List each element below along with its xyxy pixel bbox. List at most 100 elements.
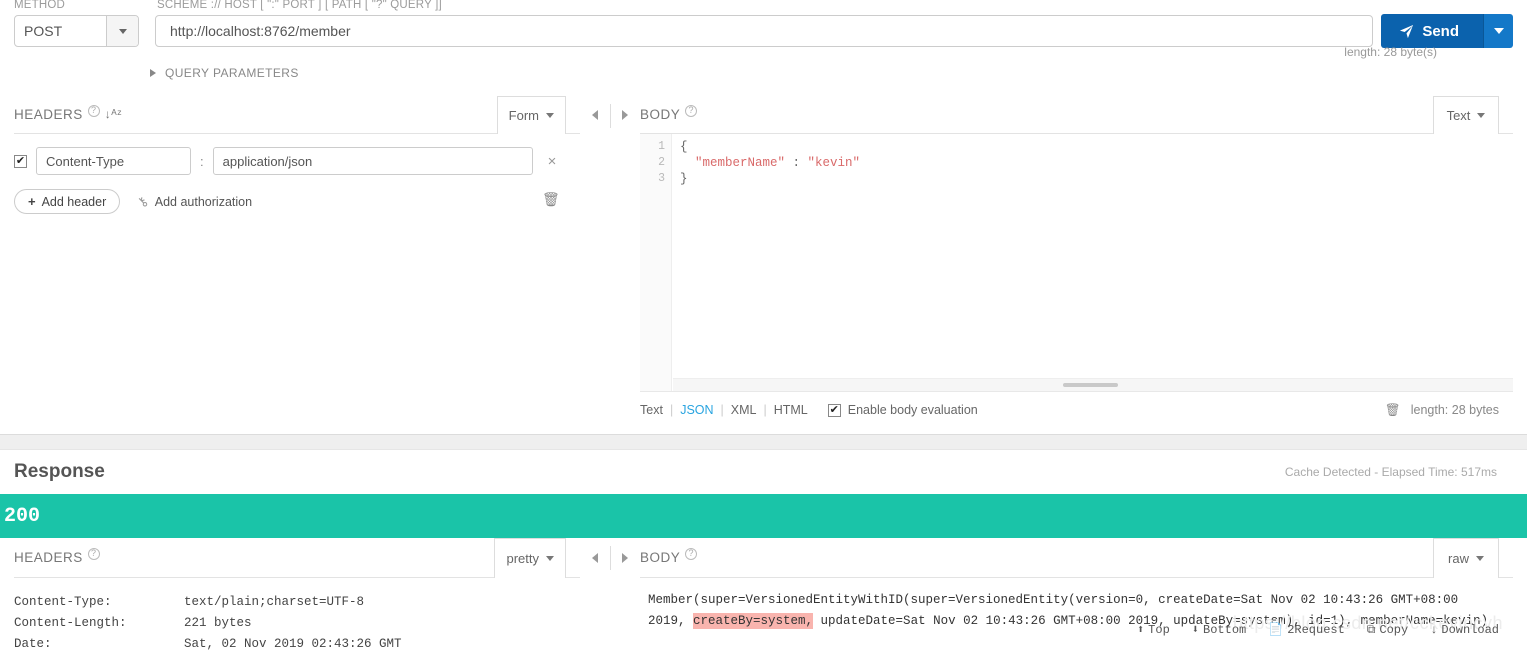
send-paper-plane-icon [1400, 24, 1414, 38]
method-value: POST [24, 23, 63, 39]
url-input[interactable]: http://localhost:8762/member [155, 15, 1374, 47]
request-body-format-dropdown[interactable]: Text [1433, 96, 1499, 134]
method-dropdown-toggle[interactable] [106, 16, 138, 46]
body-format-xml[interactable]: XML [731, 403, 757, 417]
response-title: Response [14, 461, 105, 482]
response-body-format-dropdown[interactable]: raw [1433, 538, 1499, 578]
pane-divider [610, 546, 611, 570]
url-caption: SCHEME :// HOST [ ":" PORT ] [ PATH [ "?… [157, 0, 442, 11]
scroll-to-bottom-button[interactable]: ⬇ Bottom [1192, 620, 1246, 641]
response-pane-collapse-gutter [580, 538, 640, 655]
send-button[interactable]: Send [1381, 14, 1483, 48]
request-controls: POST http://localhost:8762/member Send [14, 14, 1513, 48]
header-key-input[interactable]: Content-Type [36, 147, 191, 175]
add-authorization-button[interactable]: ⚷ Add authorization [134, 192, 253, 209]
method-select[interactable]: POST [14, 15, 139, 47]
body-format-json[interactable]: JSON [680, 403, 713, 417]
response-header: Response Cache Detected - Elapsed Time: … [0, 450, 1527, 494]
help-icon[interactable]: ? [685, 104, 698, 117]
chevron-down-icon [1475, 556, 1484, 561]
editor-code[interactable]: { "memberName" : "kevin"} [672, 134, 1513, 391]
api-client-window: METHOD SCHEME :// HOST [ ":" PORT ] [ PA… [0, 0, 1527, 670]
response-headers-format-value: pretty [506, 551, 539, 566]
header-value-input[interactable]: application/json [212, 147, 533, 175]
line-number: 1 [658, 140, 665, 153]
response-body-content[interactable]: Member(super=VersionedEntityWithID(super… [640, 578, 1513, 637]
response-headers-format-dropdown[interactable]: pretty [494, 538, 566, 578]
body-format-html[interactable]: HTML [774, 403, 808, 417]
code-line: "memberName" : "kevin" [680, 155, 1513, 171]
header-row: ✔ Content-Type : application/json × [14, 134, 580, 175]
format-separator: | [720, 403, 724, 417]
collapse-headers-pane-button[interactable] [580, 110, 610, 120]
plus-icon: + [28, 194, 36, 209]
response-body-toolbar: ⬆ Top ⬇ Bottom 📄 2Request ⧉ Copy ↓ Download [1137, 620, 1499, 641]
copy-icon: ⧉ [1366, 623, 1376, 637]
add-header-label: Add header [41, 194, 107, 209]
response-body-header: BODY ? raw [640, 538, 1513, 578]
collapse-body-pane-button[interactable] [610, 110, 640, 120]
query-parameters-toggle[interactable]: QUERY PARAMETERS [0, 62, 1527, 84]
response-body-format-value: raw [1448, 551, 1469, 566]
add-header-button[interactable]: + Add header [14, 189, 121, 214]
help-icon[interactable]: ? [87, 104, 100, 117]
response-header-row: Content-Length: 221 bytes [14, 613, 580, 634]
enable-body-evaluation-group[interactable]: ✔ Enable body evaluation [827, 403, 978, 417]
response-body-highlight: createBy=system, [693, 613, 814, 629]
remove-header-button[interactable]: × [542, 153, 563, 170]
body-length-label: length: 28 bytes [1410, 403, 1499, 417]
chevron-down-icon [546, 556, 554, 561]
scroll-to-top-button[interactable]: ⬆ Top [1137, 620, 1170, 641]
response-headers-title-group: HEADERS ? [14, 547, 100, 565]
response-headers-list: Content-Type: text/plain;charset=UTF-8 C… [14, 578, 580, 655]
request-headers-title-group: HEADERS ? ↓ᴬᶻ [14, 104, 122, 122]
send-options-toggle[interactable] [1483, 14, 1513, 48]
download-button[interactable]: ↓ Download [1430, 620, 1499, 641]
header-actions: + Add header ⚷ Add authorization 🗑 [14, 175, 580, 214]
help-icon[interactable]: ? [685, 547, 698, 560]
sort-az-icon[interactable]: ↓ᴬᶻ [105, 107, 122, 121]
response-header-value: 221 bytes [184, 616, 252, 630]
request-body-editor[interactable]: 1 2 3 { "memberName" : "kevin"} [640, 134, 1513, 392]
response-headers-header: HEADERS ? pretty [14, 538, 580, 578]
request-headers-format-value: Form [508, 108, 539, 123]
download-icon: ↓ [1430, 623, 1438, 637]
response-panes: HEADERS ? pretty Content-Type: text/plai… [0, 538, 1527, 655]
response-body-title-group: BODY ? [640, 547, 698, 565]
request-headers-format-dropdown[interactable]: Form [496, 96, 566, 134]
document-icon: 📄 [1268, 623, 1284, 637]
collapse-response-headers-button[interactable] [580, 553, 610, 563]
clear-body-icon[interactable]: 🗑 [1385, 403, 1401, 418]
copy-button[interactable]: ⧉ Copy [1367, 620, 1408, 641]
status-code: 200 [4, 504, 41, 528]
key-icon: ⚷ [133, 192, 152, 210]
to-request-button[interactable]: 📄 2Request [1268, 620, 1345, 641]
send-button-label: Send [1422, 22, 1459, 40]
code-json-value: "kevin" [807, 156, 861, 170]
arrow-up-icon: ⬆ [1136, 623, 1145, 637]
add-authorization-label: Add authorization [154, 194, 253, 209]
delete-all-headers-icon[interactable]: 🗑 [542, 191, 560, 208]
request-bar-captions: METHOD SCHEME :// HOST [ ":" PORT ] [ PA… [14, 0, 1513, 11]
response-header-value: text/plain;charset=UTF-8 [184, 595, 365, 609]
request-body-title-group: BODY ? [640, 104, 698, 122]
body-format-text[interactable]: Text [640, 403, 663, 417]
response-status-bar: 200 [0, 494, 1527, 538]
enable-body-evaluation-checkbox[interactable]: ✔ [827, 403, 841, 417]
download-label: Download [1441, 623, 1499, 637]
response-header-row: Date: Sat, 02 Nov 2019 02:43:26 GMT [14, 634, 580, 655]
collapse-response-body-button[interactable] [610, 553, 640, 563]
chevron-right-icon [622, 553, 628, 563]
editor-horizontal-scrollbar[interactable] [673, 378, 1513, 391]
body-format-tabs: Text | JSON | XML | HTML [640, 403, 808, 417]
scrollbar-thumb[interactable] [1063, 383, 1118, 387]
help-icon[interactable]: ? [87, 547, 100, 560]
section-divider-band[interactable] [0, 434, 1527, 450]
chevron-left-icon [592, 553, 598, 563]
header-enabled-checkbox[interactable]: ✔ [14, 154, 27, 168]
request-headers-header: HEADERS ? ↓ᴬᶻ Form [14, 96, 580, 134]
to-request-label: 2Request [1287, 623, 1345, 637]
scroll-to-bottom-label: Bottom [1203, 623, 1247, 637]
request-bar: METHOD SCHEME :// HOST [ ":" PORT ] [ PA… [0, 0, 1527, 59]
response-header-key: Content-Length: [14, 616, 127, 630]
